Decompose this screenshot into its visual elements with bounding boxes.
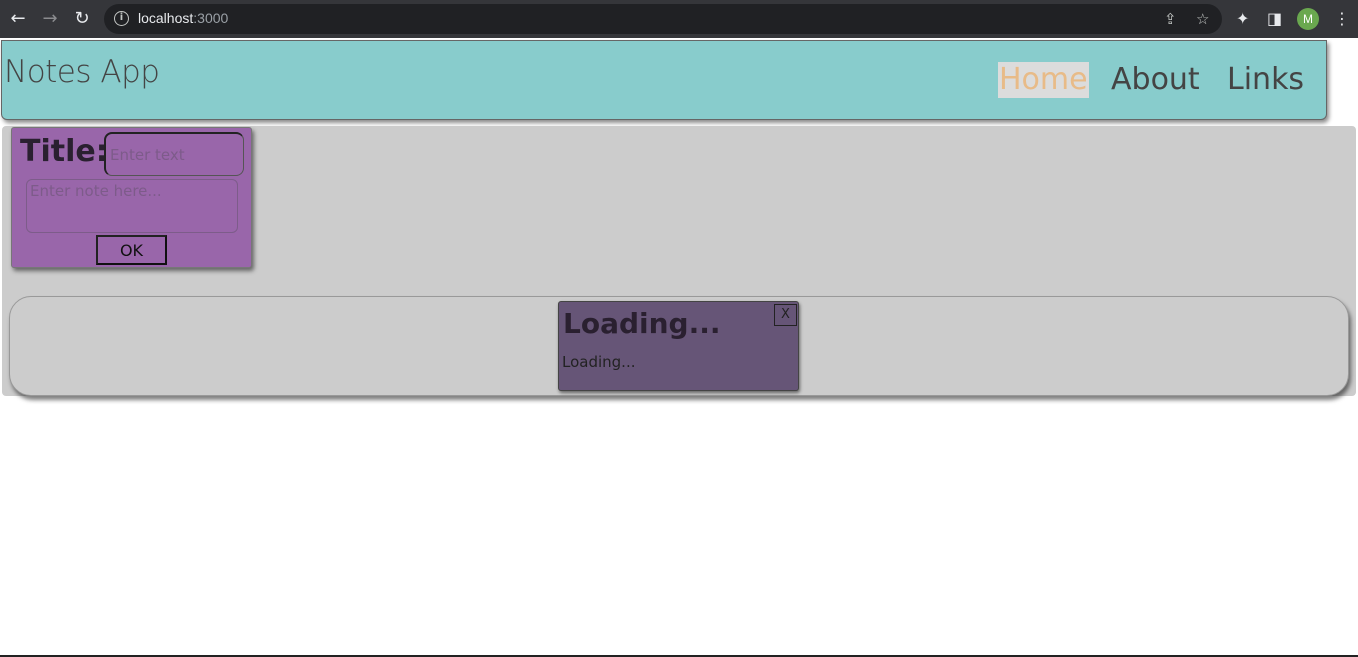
profile-avatar[interactable]: M — [1297, 8, 1319, 30]
url-port: :3000 — [193, 10, 229, 26]
site-info-icon[interactable]: i — [114, 11, 129, 26]
back-arrow-icon[interactable]: ← — [8, 9, 28, 29]
title-label: Title: — [20, 134, 108, 169]
close-note-button[interactable]: X — [774, 304, 797, 326]
address-bar[interactable]: i localhost:3000 ⇪ ☆ — [104, 4, 1222, 34]
title-input[interactable] — [104, 132, 244, 176]
browser-menu-icon[interactable]: ⋮ — [1334, 9, 1350, 29]
app-title: Notes App — [4, 54, 160, 90]
share-icon[interactable]: ⇪ — [1164, 11, 1177, 27]
note-card-title: Loading... — [563, 307, 721, 340]
nav-link-home[interactable]: Home — [998, 62, 1089, 98]
browser-toolbar: ← → ↻ i localhost:3000 ⇪ ☆ ✦ ◨ M ⋮ — [0, 0, 1358, 38]
bookmark-star-icon[interactable]: ☆ — [1196, 11, 1209, 27]
forward-arrow-icon[interactable]: → — [40, 9, 60, 29]
nav-link-about[interactable]: About — [1111, 62, 1200, 98]
extensions-icon[interactable]: ✦ — [1236, 9, 1249, 29]
note-form: Title: OK — [11, 127, 252, 268]
ok-button[interactable]: OK — [96, 235, 167, 265]
app-header: Notes App Home About Links — [1, 40, 1327, 120]
url-host: localhost — [138, 10, 194, 26]
nav-link-links[interactable]: Links — [1227, 62, 1304, 98]
note-card: Loading... Loading... X — [558, 301, 799, 391]
note-textarea[interactable] — [26, 179, 238, 233]
side-panel-icon[interactable]: ◨ — [1267, 9, 1282, 29]
address-url[interactable]: localhost:3000 — [138, 10, 228, 26]
note-card-body: Loading... — [562, 353, 636, 371]
reload-icon[interactable]: ↻ — [72, 9, 92, 29]
